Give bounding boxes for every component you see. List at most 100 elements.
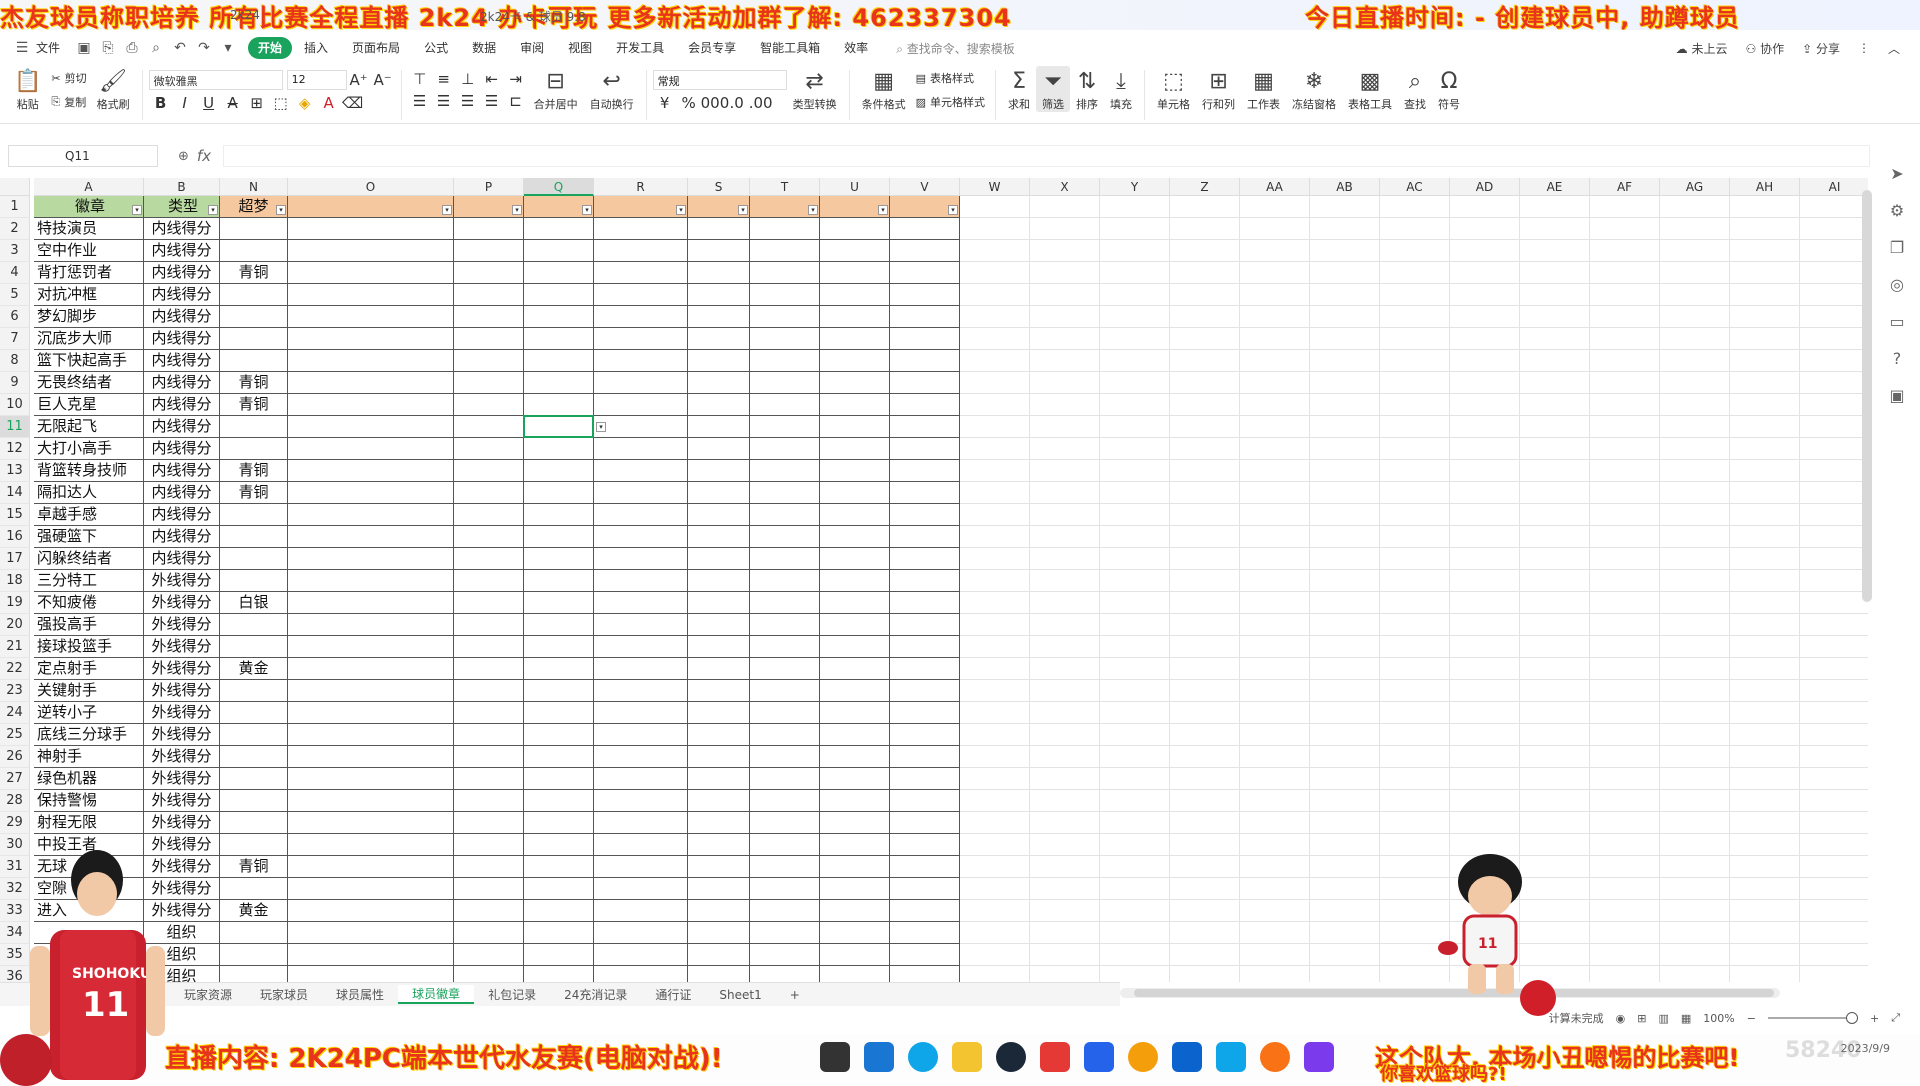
cell-v18[interactable] [890, 570, 960, 592]
cell-y22[interactable] [1100, 658, 1170, 680]
cell-w20[interactable] [960, 614, 1030, 636]
cell-x2[interactable] [1030, 218, 1100, 240]
cell-o11[interactable] [288, 416, 454, 438]
cell-y8[interactable] [1100, 350, 1170, 372]
cell-dropdown-icon[interactable]: ▾ [596, 422, 606, 432]
cell-y34[interactable] [1100, 922, 1170, 944]
cell-ai34[interactable] [1800, 922, 1868, 944]
copy-button[interactable]: ⎘ 复制 [47, 90, 90, 114]
cell-t27[interactable] [750, 768, 820, 790]
cell-a20[interactable]: 强投高手 [34, 614, 144, 636]
file-menu[interactable]: 文件 [34, 37, 72, 59]
cell-ab28[interactable] [1310, 790, 1380, 812]
cell-aa10[interactable] [1240, 394, 1310, 416]
number-format-select[interactable]: 常规 [652, 70, 787, 90]
row-header[interactable]: 15 [0, 504, 30, 526]
cell-x20[interactable] [1030, 614, 1100, 636]
cell-w24[interactable] [960, 702, 1030, 724]
cell-n24[interactable] [220, 702, 288, 724]
cell-ab26[interactable] [1310, 746, 1380, 768]
strikethrough-icon[interactable]: A [221, 94, 245, 112]
cell-b3[interactable]: 内线得分 [144, 240, 220, 262]
cell-s26[interactable] [688, 746, 750, 768]
cell-q13[interactable] [524, 460, 594, 482]
cell-ad22[interactable] [1450, 658, 1520, 680]
cell-b2[interactable]: 内线得分 [144, 218, 220, 240]
cell-q10[interactable] [524, 394, 594, 416]
cell-ag36[interactable] [1660, 966, 1730, 982]
cell-z18[interactable] [1170, 570, 1240, 592]
worksheet-button[interactable]: ▦ 工作表 [1241, 66, 1286, 112]
cell-ab20[interactable] [1310, 614, 1380, 636]
sheet-tab[interactable]: 通行证 [641, 986, 705, 1003]
cell-x7[interactable] [1030, 328, 1100, 350]
cell-aa26[interactable] [1240, 746, 1310, 768]
cell-w3[interactable] [960, 240, 1030, 262]
cell-y26[interactable] [1100, 746, 1170, 768]
save-icon[interactable]: ▣ [76, 40, 92, 56]
cell-x9[interactable] [1030, 372, 1100, 394]
cell-n25[interactable] [220, 724, 288, 746]
cell-p8[interactable] [454, 350, 524, 372]
cell-q15[interactable] [524, 504, 594, 526]
cell-y28[interactable] [1100, 790, 1170, 812]
cell-ab8[interactable] [1310, 350, 1380, 372]
cell-y36[interactable] [1100, 966, 1170, 982]
column-header-ah[interactable]: AH [1730, 178, 1800, 196]
cell-aa5[interactable] [1240, 284, 1310, 306]
cell-ac8[interactable] [1380, 350, 1450, 372]
cell-s17[interactable] [688, 548, 750, 570]
cell-s25[interactable] [688, 724, 750, 746]
cell-ah5[interactable] [1730, 284, 1800, 306]
cell-t26[interactable] [750, 746, 820, 768]
cell-af4[interactable] [1590, 262, 1660, 284]
cell-v19[interactable] [890, 592, 960, 614]
cell-ai29[interactable] [1800, 812, 1868, 834]
cell-ai24[interactable] [1800, 702, 1868, 724]
cell-ag27[interactable] [1660, 768, 1730, 790]
cell-v1[interactable]: ▾ [890, 196, 960, 218]
cell-w35[interactable] [960, 944, 1030, 966]
print-icon[interactable]: ⎙ [124, 40, 140, 56]
cell-w30[interactable] [960, 834, 1030, 856]
cell-ag18[interactable] [1660, 570, 1730, 592]
cursor-select-icon[interactable]: ➤ [1890, 164, 1903, 183]
cell-b21[interactable]: 外线得分 [144, 636, 220, 658]
cell-p18[interactable] [454, 570, 524, 592]
cell-af7[interactable] [1590, 328, 1660, 350]
cell-ae23[interactable] [1520, 680, 1590, 702]
cell-aa16[interactable] [1240, 526, 1310, 548]
cell-ai25[interactable] [1800, 724, 1868, 746]
cell-o9[interactable] [288, 372, 454, 394]
cell-w8[interactable] [960, 350, 1030, 372]
cell-o21[interactable] [288, 636, 454, 658]
cell-q28[interactable] [524, 790, 594, 812]
cell-r36[interactable] [594, 966, 688, 982]
cell-p25[interactable] [454, 724, 524, 746]
cell-x26[interactable] [1030, 746, 1100, 768]
cell-af30[interactable] [1590, 834, 1660, 856]
cell-x17[interactable] [1030, 548, 1100, 570]
cell-ah32[interactable] [1730, 878, 1800, 900]
cell-p22[interactable] [454, 658, 524, 680]
cell-b10[interactable]: 内线得分 [144, 394, 220, 416]
cell-v9[interactable] [890, 372, 960, 394]
sheet-tab[interactable]: 球员徽章 [398, 985, 475, 1004]
font-name-select[interactable]: 微软雅黑 [148, 70, 283, 90]
cell-o10[interactable] [288, 394, 454, 416]
cell-s22[interactable] [688, 658, 750, 680]
column-header-aa[interactable]: AA [1240, 178, 1310, 196]
cell-n9[interactable]: 青铜 [220, 372, 288, 394]
undo-icon[interactable]: ↶ [172, 40, 188, 56]
cell-o22[interactable] [288, 658, 454, 680]
cell-aa3[interactable] [1240, 240, 1310, 262]
cell-q20[interactable] [524, 614, 594, 636]
cell-v31[interactable] [890, 856, 960, 878]
cell-o2[interactable] [288, 218, 454, 240]
cell-o30[interactable] [288, 834, 454, 856]
page-break-icon[interactable]: ▦ [1681, 1012, 1691, 1025]
cell-x18[interactable] [1030, 570, 1100, 592]
cell-p6[interactable] [454, 306, 524, 328]
cell-aa17[interactable] [1240, 548, 1310, 570]
cell-w10[interactable] [960, 394, 1030, 416]
